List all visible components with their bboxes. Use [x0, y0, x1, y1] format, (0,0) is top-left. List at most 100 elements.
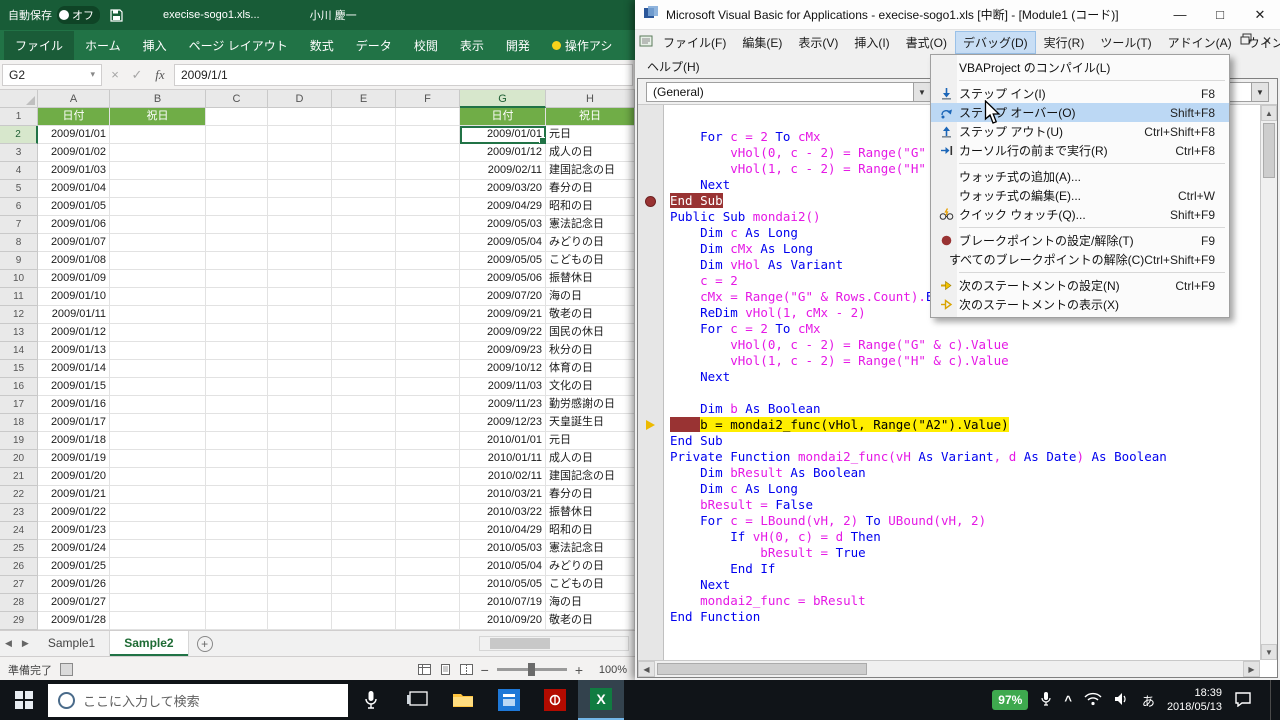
cell-F17[interactable]	[396, 396, 460, 414]
cell-C15[interactable]	[206, 360, 268, 378]
debug-menu-item[interactable]: ウォッチ式の編集(E)...Ctrl+W	[931, 186, 1229, 205]
margin-cell-28[interactable]	[638, 577, 663, 593]
microphone-taskbar-icon[interactable]	[348, 680, 394, 720]
speaker-icon[interactable]	[1114, 692, 1130, 709]
margin-cell-2[interactable]	[638, 161, 663, 177]
code-line-28[interactable]: Next	[670, 577, 1260, 593]
cell-E7[interactable]	[332, 216, 396, 234]
cell-F16[interactable]	[396, 378, 460, 396]
cell-E3[interactable]	[332, 144, 396, 162]
margin-cell-5[interactable]	[638, 209, 663, 225]
cell-G19[interactable]: 2010/01/01	[460, 432, 546, 450]
row-header-10[interactable]: 10	[0, 270, 38, 288]
cell-F28[interactable]	[396, 594, 460, 612]
cell-D4[interactable]	[268, 162, 332, 180]
horizontal-scrollbar[interactable]: ◀ ▶	[638, 660, 1260, 677]
cell-A7[interactable]: 2009/01/06	[38, 216, 110, 234]
column-header-B[interactable]: B	[110, 90, 206, 108]
cell-F9[interactable]	[396, 252, 460, 270]
cell-G6[interactable]: 2009/04/29	[460, 198, 546, 216]
cell-B19[interactable]	[110, 432, 206, 450]
cell-A18[interactable]: 2009/01/17	[38, 414, 110, 432]
row-header-2[interactable]: 2	[0, 126, 38, 144]
margin-cell-6[interactable]	[638, 225, 663, 241]
cell-F19[interactable]	[396, 432, 460, 450]
code-line-22[interactable]: Dim c As Long	[670, 481, 1260, 497]
clock[interactable]: 18:39 2018/05/13	[1167, 686, 1222, 714]
ribbon-tab-1[interactable]: ホーム	[74, 31, 132, 60]
cell-F15[interactable]	[396, 360, 460, 378]
acrobat-icon[interactable]	[532, 680, 578, 720]
cell-E2[interactable]	[332, 126, 396, 144]
cell-D10[interactable]	[268, 270, 332, 288]
cell-B17[interactable]	[110, 396, 206, 414]
margin-cell-10[interactable]	[638, 289, 663, 305]
row-header-12[interactable]: 12	[0, 306, 38, 324]
margin-cell-8[interactable]	[638, 257, 663, 273]
zoom-slider-thumb[interactable]	[528, 663, 535, 676]
cell-F11[interactable]	[396, 288, 460, 306]
margin-cell-25[interactable]	[638, 529, 663, 545]
cell-C11[interactable]	[206, 288, 268, 306]
excel-taskbar-icon[interactable]: X	[578, 680, 624, 720]
cell-D15[interactable]	[268, 360, 332, 378]
cell-G24[interactable]: 2010/04/29	[460, 522, 546, 540]
row-header-26[interactable]: 26	[0, 558, 38, 576]
ribbon-tab-8[interactable]: 開発	[495, 31, 541, 60]
cell-A16[interactable]: 2009/01/15	[38, 378, 110, 396]
cell-H8[interactable]: みどりの日	[546, 234, 635, 252]
cell-G18[interactable]: 2009/12/23	[460, 414, 546, 432]
user-name[interactable]: 小川 慶一	[310, 7, 357, 23]
row-header-20[interactable]: 20	[0, 450, 38, 468]
row-header-3[interactable]: 3	[0, 144, 38, 162]
cell-B14[interactable]	[110, 342, 206, 360]
cell-C17[interactable]	[206, 396, 268, 414]
chevron-down-icon[interactable]: ▼	[1251, 83, 1268, 101]
cell-A27[interactable]: 2009/01/26	[38, 576, 110, 594]
cell-D1[interactable]	[268, 108, 332, 126]
row-header-11[interactable]: 11	[0, 288, 38, 306]
cell-H10[interactable]: 振替休日	[546, 270, 635, 288]
cell-D18[interactable]	[268, 414, 332, 432]
cell-H19[interactable]: 元日	[546, 432, 635, 450]
margin-cell-1[interactable]	[638, 145, 663, 161]
cell-E9[interactable]	[332, 252, 396, 270]
cell-F5[interactable]	[396, 180, 460, 198]
cell-F7[interactable]	[396, 216, 460, 234]
code-line-13[interactable]: vHol(0, c - 2) = Range("G" & c).Value	[670, 337, 1260, 353]
column-header-G[interactable]: G	[460, 90, 546, 108]
cell-G3[interactable]: 2009/01/12	[460, 144, 546, 162]
cell-E16[interactable]	[332, 378, 396, 396]
cell-G7[interactable]: 2009/05/03	[460, 216, 546, 234]
cell-A29[interactable]: 2009/01/28	[38, 612, 110, 630]
cell-B16[interactable]	[110, 378, 206, 396]
cell-D28[interactable]	[268, 594, 332, 612]
cell-A24[interactable]: 2009/01/23	[38, 522, 110, 540]
cell-B11[interactable]	[110, 288, 206, 306]
cell-H25[interactable]: 憲法記念日	[546, 540, 635, 558]
debug-menu-item[interactable]: ウォッチ式の追加(A)...	[931, 167, 1229, 186]
ribbon-tab-9[interactable]: 操作アシ	[541, 31, 624, 60]
cell-A28[interactable]: 2009/01/27	[38, 594, 110, 612]
menubar-item[interactable]: ツール(T)	[1092, 31, 1159, 54]
cell-D13[interactable]	[268, 324, 332, 342]
code-line-20[interactable]: Private Function mondai2_func(vH As Vari…	[670, 449, 1260, 465]
cell-D11[interactable]	[268, 288, 332, 306]
cell-G28[interactable]: 2010/07/19	[460, 594, 546, 612]
cell-B26[interactable]	[110, 558, 206, 576]
cell-C9[interactable]	[206, 252, 268, 270]
cell-E22[interactable]	[332, 486, 396, 504]
cell-C26[interactable]	[206, 558, 268, 576]
margin-cell-30[interactable]	[638, 609, 663, 625]
normal-view-icon[interactable]	[418, 664, 431, 675]
margin-cell-19[interactable]	[638, 433, 663, 449]
column-header-F[interactable]: F	[396, 90, 460, 108]
cell-G17[interactable]: 2009/11/23	[460, 396, 546, 414]
cell-G29[interactable]: 2010/09/20	[460, 612, 546, 630]
cell-E28[interactable]	[332, 594, 396, 612]
enter-button[interactable]: ✓	[128, 67, 146, 83]
cell-B23[interactable]	[110, 504, 206, 522]
cell-A4[interactable]: 2009/01/03	[38, 162, 110, 180]
margin-cell-15[interactable]	[638, 369, 663, 385]
row-header-7[interactable]: 7	[0, 216, 38, 234]
